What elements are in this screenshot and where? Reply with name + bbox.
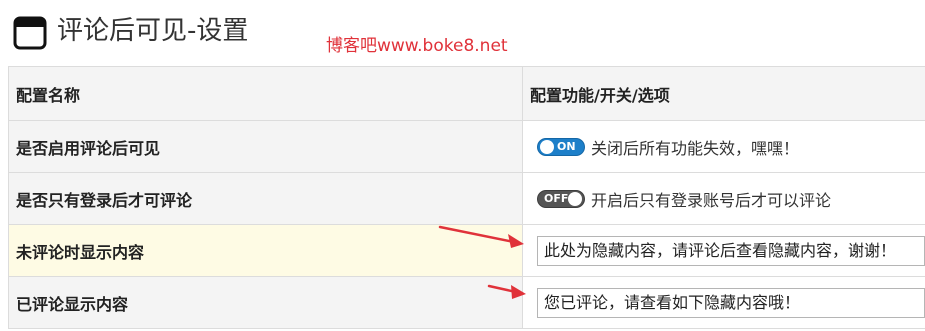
table-row-commented-content: 已评论显示内容 您已评论，请查看如下隐藏内容哦！ xyxy=(8,277,925,329)
page-title: 评论后可见-设置 xyxy=(57,16,249,46)
toggle-label: OFF xyxy=(544,191,569,205)
page-header: 评论后可见-设置 博客吧www.boke8.net xyxy=(0,0,925,66)
toggle-description: 关闭后所有功能失效，嘿嘿！ xyxy=(591,138,800,158)
setting-label: 已评论显示内容 xyxy=(8,277,523,328)
toggle-knob xyxy=(568,191,582,206)
setting-value: OFF 开启后只有登录账号后才可以评论 xyxy=(523,173,925,224)
watermark: 博客吧www.boke8.net xyxy=(326,36,508,56)
toggle-label: ON xyxy=(557,139,576,153)
table-row-enable-comment-view: 是否启用评论后可见 ON 关闭后所有功能失效，嘿嘿！ xyxy=(8,121,925,173)
enable-toggle[interactable]: ON xyxy=(537,137,585,156)
commented-content-input[interactable]: 您已评论，请查看如下隐藏内容哦！ xyxy=(537,287,925,318)
table-header-row: 配置名称 配置功能/开关/选项 xyxy=(8,67,925,121)
setting-label: 是否启用评论后可见 xyxy=(8,121,523,172)
setting-value: 此处为隐藏内容，请评论后查看隐藏内容，谢谢！ xyxy=(523,225,925,276)
column-header-value: 配置功能/开关/选项 xyxy=(523,67,925,120)
login-required-toggle[interactable]: OFF xyxy=(537,189,585,208)
toggle-knob xyxy=(540,139,554,154)
setting-label: 是否只有登录后才可评论 xyxy=(8,173,523,224)
column-header-name: 配置名称 xyxy=(8,67,523,120)
setting-value: ON 关闭后所有功能失效，嘿嘿！ xyxy=(523,121,925,172)
settings-table: 配置名称 配置功能/开关/选项 是否启用评论后可见 ON 关闭后所有功能失效，嘿… xyxy=(8,66,925,329)
window-icon xyxy=(13,16,47,50)
setting-value: 您已评论，请查看如下隐藏内容哦！ xyxy=(523,277,925,328)
toggle-description: 开启后只有登录账号后才可以评论 xyxy=(591,190,832,210)
annotation-arrow-2 xyxy=(487,284,526,299)
annotation-arrow-1 xyxy=(438,225,524,248)
table-row-login-required: 是否只有登录后才可评论 OFF 开启后只有登录账号后才可以评论 xyxy=(8,173,925,225)
uncommented-content-input[interactable]: 此处为隐藏内容，请评论后查看隐藏内容，谢谢！ xyxy=(537,235,925,266)
